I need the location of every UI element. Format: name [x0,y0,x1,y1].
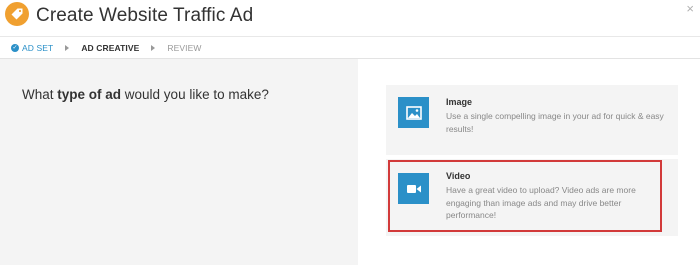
step-breadcrumb: ✓ AD SET AD CREATIVE REVIEW [0,36,700,59]
step-ad-creative[interactable]: AD CREATIVE [81,43,139,53]
check-circle-icon: ✓ [11,43,19,52]
option-description: Use a single compelling image in your ad… [446,111,664,134]
ad-type-question: What type of ad would you like to make? [22,87,269,102]
video-camera-icon [398,173,429,204]
modal-title: Create Website Traffic Ad [36,5,254,26]
option-title: Image [446,97,473,107]
question-pane: What type of ad would you like to make? [0,59,358,265]
option-description: Have a great video to upload? Video ads … [446,185,636,220]
chevron-right-icon [65,44,70,51]
option-title: Video [446,171,471,181]
step-label: AD CREATIVE [81,42,140,53]
step-ad-set[interactable]: ✓ AD SET [11,43,53,53]
step-label: REVIEW [167,42,202,53]
question-prefix: What [22,87,58,102]
close-icon[interactable]: × [686,2,694,15]
image-ad-option[interactable]: Image Use a single compelling image in y… [386,85,678,155]
step-review[interactable]: REVIEW [167,43,201,53]
question-suffix: would you like to make? [121,87,269,102]
tag-icon [5,2,29,26]
step-label: AD SET [22,42,54,53]
chevron-right-icon [151,44,156,51]
modal-header: Create Website Traffic Ad × [0,0,700,36]
question-emphasis: type of ad [57,87,122,102]
image-icon [398,97,429,128]
video-ad-option[interactable]: Video Have a great video to upload? Vide… [386,159,678,236]
